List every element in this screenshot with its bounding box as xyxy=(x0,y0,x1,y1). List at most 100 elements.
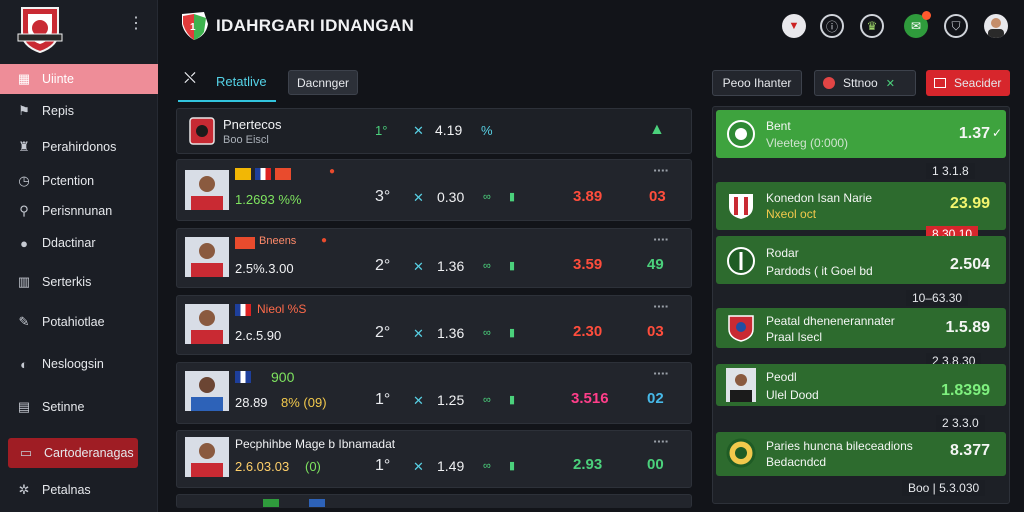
player-avatar xyxy=(185,304,229,344)
vs-icon: ✕ xyxy=(413,259,424,274)
match-row[interactable]: Bneens ● 2.5%.3.00 ▪▪▪▪ 2° ✕ 1.36 ∞ ▮ 3.… xyxy=(176,228,692,288)
flag-icon xyxy=(255,168,271,180)
betslip-card[interactable]: Paries huncna bileceadions Bedacndcd 8.3… xyxy=(716,432,1006,476)
user-icon: ● xyxy=(20,235,28,251)
odds-chip: 2 3.3.0 xyxy=(936,415,985,431)
card-subtitle: Vleeteg (0:000) xyxy=(766,136,849,150)
vs-icon: ✕ xyxy=(413,459,424,474)
sidebar-item-10[interactable]: ▭ Cartoderanagas xyxy=(8,438,138,468)
status-dot: ● xyxy=(329,166,336,177)
live-tab-icon[interactable]: ⛌ xyxy=(184,70,206,92)
sidebar-item-label: Nesloogsin xyxy=(42,357,104,371)
player-avatar xyxy=(185,437,229,477)
sidebar-item-label: Perahirdonos xyxy=(42,140,117,154)
card-title: Peatal dhenenerannater xyxy=(766,314,895,328)
search-icon: ⚲ xyxy=(19,203,29,218)
sidebar-item-8[interactable]: ◐ Nesloogsin xyxy=(0,349,158,379)
match-detail: 28.89 xyxy=(235,395,268,410)
tab-live[interactable]: Retatlive xyxy=(216,74,267,89)
avatar[interactable] xyxy=(984,14,1008,38)
match-tag: Bneens xyxy=(259,235,297,247)
pencil-icon: ✎ xyxy=(18,314,30,329)
sidebar-item-6[interactable]: ▥ Serterkis xyxy=(0,267,158,297)
odd-b[interactable]: 03 xyxy=(649,188,666,205)
sidebar-item-7[interactable]: ✎ Potahiotlae xyxy=(0,307,158,337)
flag-icon xyxy=(235,304,251,316)
featured-match[interactable]: Pnertecos Boo Eiscl 1° ✕ 4.19 % ▲ xyxy=(176,108,692,154)
match-detail: 2.5%.3.00 xyxy=(235,261,294,276)
flag-icon xyxy=(275,168,291,180)
match-row[interactable]: 900 28.89 8% (09) ▪▪▪▪ 1° ✕ 1.25 ∞ ▮ 3.5… xyxy=(176,362,692,424)
match-detail-2: 8% (09) xyxy=(281,395,327,410)
betslip-card[interactable]: Bent Vleeteg (0:000) 1.37 ✓ xyxy=(716,110,1006,158)
card-value: 23.99 xyxy=(949,195,990,212)
match-row[interactable]: Nieol %S 2.c.5.90 ▪▪▪▪ 2° ✕ 1.36 ∞ ▮ 2.3… xyxy=(176,295,692,355)
notifications-icon[interactable]: ✉ xyxy=(904,11,931,38)
league-badge-icon[interactable]: ▼ xyxy=(782,14,806,38)
card-subtitle: Ulel Dood xyxy=(766,388,819,402)
sidebar-item-0[interactable]: ▦ Uiinte xyxy=(0,64,158,94)
betslip-card[interactable]: Rodar Pardods ( it Goel bd 2.504 xyxy=(716,236,1006,284)
odd-b[interactable]: 03 xyxy=(647,323,664,340)
odds-chip: 10–63.30 xyxy=(906,290,969,306)
bar-icon: ▮ xyxy=(509,260,516,272)
sidebar-item-label: Pctention xyxy=(42,174,95,188)
secondary-action-button[interactable]: Sttnoo ✕ xyxy=(814,70,916,96)
featured-score: 4.19 xyxy=(435,122,463,138)
grid-icon: ▦ xyxy=(17,71,31,86)
tab-managers[interactable]: Dacnnger xyxy=(288,70,358,95)
sidebar-item-label: Potahiotlae xyxy=(42,315,105,329)
signal-dots-icon: ▪▪▪▪ xyxy=(653,437,669,446)
featured-team-name: Pnertecos xyxy=(223,117,282,132)
page-title: IDAHRGARI IDNANGAN xyxy=(216,16,415,35)
more-options-icon[interactable]: ⋮ xyxy=(128,14,144,34)
match-detail: 2.c.5.90 xyxy=(235,328,282,343)
sidebar-item-9[interactable]: ▤ Setinne xyxy=(0,392,158,422)
sidebar-item-5[interactable]: ● Ddactinar xyxy=(0,228,158,258)
vs-icon: ✕ xyxy=(413,190,424,205)
odd-b[interactable]: 49 xyxy=(647,256,664,273)
bar-icon: ▮ xyxy=(509,460,516,472)
match-tag: Pecphihbe Mage b Ibnamadat xyxy=(235,437,396,451)
betslip-card[interactable]: Konedon Isan Narie Nxeol oct 23.99 xyxy=(716,182,1006,230)
sidebar-item-11[interactable]: ✲ Petalnas xyxy=(0,475,158,505)
danger-action-button[interactable]: Seacider xyxy=(926,70,1010,96)
sidebar-item-2[interactable]: ♜ Perahirdonos xyxy=(0,132,158,162)
card-title: Bent xyxy=(766,119,791,133)
trophy-icon[interactable]: ♛ xyxy=(860,14,884,38)
match-score: 1° xyxy=(375,457,391,474)
flag-group xyxy=(235,237,255,249)
flag-group xyxy=(235,304,251,316)
card-value: 1.8399 xyxy=(941,382,990,399)
match-row[interactable]: Pecphihbe Mage b Ibnamadat 2.6.03.03 (0)… xyxy=(176,430,692,488)
sidebar-item-label: Serterkis xyxy=(42,275,92,289)
sidebar-item-1[interactable]: ⚑ Repis xyxy=(0,96,158,126)
card-title: Paries huncna bileceadions xyxy=(766,439,913,453)
club-badge-icon xyxy=(728,315,754,342)
status-icon xyxy=(823,77,835,89)
sidebar-item-label: Ddactinar xyxy=(42,236,96,250)
notification-dot xyxy=(922,11,931,20)
match-detail: 2.6.03.03 xyxy=(235,459,290,474)
featured-odd-2: % xyxy=(481,123,493,138)
sidebar-item-3[interactable]: ◷ Pctention xyxy=(0,166,158,196)
odd-a[interactable]: 2.30 xyxy=(573,323,602,340)
odd-a[interactable]: 2.93 xyxy=(573,456,602,473)
odd-b[interactable]: 00 xyxy=(647,456,664,473)
match-score: 1° xyxy=(375,391,391,408)
bar-icon: ▮ xyxy=(509,327,516,339)
odd-b[interactable]: 02 xyxy=(647,390,664,407)
shield-icon[interactable]: ⛉ xyxy=(944,14,968,38)
primary-action-button[interactable]: Peoo Ihanter xyxy=(712,70,802,96)
odd-a[interactable]: 3.89 xyxy=(573,188,602,205)
ticket-icon xyxy=(934,78,946,88)
odd-a[interactable]: 3.59 xyxy=(573,256,602,273)
player-avatar xyxy=(185,237,229,277)
betslip-card[interactable]: Peodl Ulel Dood 1.8399 xyxy=(716,364,1006,406)
odd-a[interactable]: 3.516 xyxy=(571,390,609,407)
sidebar-item-4[interactable]: ⚲ Perisnnunan xyxy=(0,196,158,226)
match-row[interactable]: ● 1.2693 %% ▪▪▪▪ 3° ✕ 0.30 ∞ ▮ 3.89 03 xyxy=(176,159,692,221)
match-tag: 1.2693 %% xyxy=(235,192,302,207)
info-icon[interactable]: ⓘ xyxy=(820,14,844,38)
betslip-card[interactable]: Peatal dhenenerannater Praal Isecl 1.5.8… xyxy=(716,308,1006,348)
